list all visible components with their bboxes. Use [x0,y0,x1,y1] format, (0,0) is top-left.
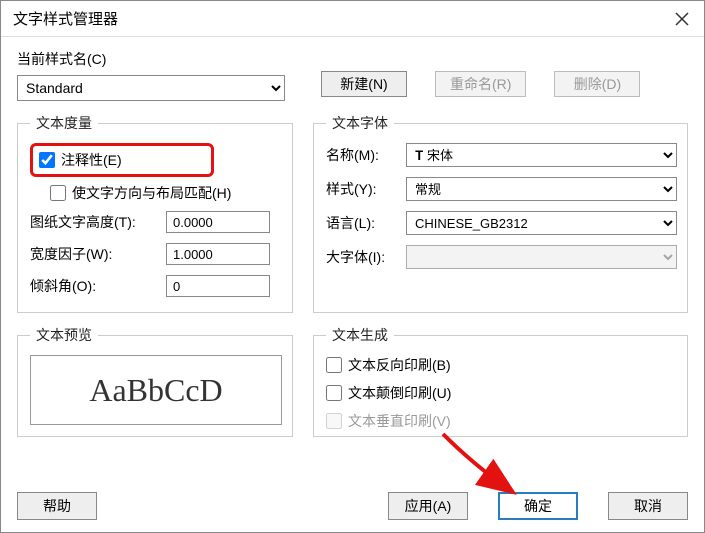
preview-box: AaBbCcD [30,355,282,425]
preview-group: 文本预览 AaBbCcD [17,325,293,437]
upside-label: 文本颠倒印刷(U) [348,383,451,403]
bigfont-label: 大字体(I): [326,247,406,267]
upside-checkbox[interactable] [326,385,342,401]
style-name-label: 当前样式名(C) [17,49,285,69]
generate-group: 文本生成 文本反向印刷(B) 文本颠倒印刷(U) 文本垂直印刷(V) [313,325,688,437]
close-button[interactable] [660,1,704,37]
delete-button: 删除(D) [554,71,640,97]
footer: 帮助 应用(A) 确定 取消 [17,492,688,520]
style-name-select[interactable]: Standard [17,75,285,101]
titlebar: 文字样式管理器 [1,1,704,37]
font-group: 文本字体 名称(M): 𝐓 宋体 样式(Y): 常规 语言(L): CHINES… [313,113,688,313]
backwards-checkbox[interactable] [326,357,342,373]
font-style-label: 样式(Y): [326,179,406,199]
preview-legend: 文本预览 [30,325,98,345]
annotative-checkbox[interactable] [39,152,55,168]
metrics-legend: 文本度量 [30,113,98,133]
text-height-label: 图纸文字高度(T): [30,212,166,232]
ok-button[interactable]: 确定 [498,492,578,520]
width-factor-input[interactable] [166,243,270,265]
font-lang-select[interactable]: CHINESE_GB2312 [406,211,677,235]
cancel-button[interactable]: 取消 [608,492,688,520]
text-height-input[interactable] [166,211,270,233]
font-lang-label: 语言(L): [326,213,406,233]
backwards-label: 文本反向印刷(B) [348,355,451,375]
width-factor-label: 宽度因子(W): [30,244,166,264]
vertical-checkbox [326,413,342,429]
font-legend: 文本字体 [326,113,394,133]
match-orientation-label: 使文字方向与布局匹配(H) [72,183,231,203]
generate-legend: 文本生成 [326,325,394,345]
window-title: 文字样式管理器 [13,8,118,29]
apply-button[interactable]: 应用(A) [388,492,468,520]
match-orientation-checkbox[interactable] [50,185,66,201]
style-name-row: 当前样式名(C) Standard 新建(N) 重命名(R) 删除(D) [17,49,688,101]
font-name-select[interactable]: 𝐓 宋体 [406,143,677,167]
metrics-group: 文本度量 注释性(E) 使文字方向与布局匹配(H) 图纸文字高度(T): 宽度因… [17,113,293,313]
help-button[interactable]: 帮助 [17,492,97,520]
bigfont-select [406,245,677,269]
oblique-input[interactable] [166,275,270,297]
vertical-label: 文本垂直印刷(V) [348,411,451,431]
new-button[interactable]: 新建(N) [321,71,407,97]
oblique-label: 倾斜角(O): [30,276,166,296]
rename-button: 重命名(R) [435,71,526,97]
annotative-label: 注释性(E) [61,150,122,170]
font-style-select[interactable]: 常规 [406,177,677,201]
font-name-label: 名称(M): [326,145,406,165]
content: 当前样式名(C) Standard 新建(N) 重命名(R) 删除(D) 文本度… [1,37,704,437]
highlight-annotation: 注释性(E) [30,143,214,177]
